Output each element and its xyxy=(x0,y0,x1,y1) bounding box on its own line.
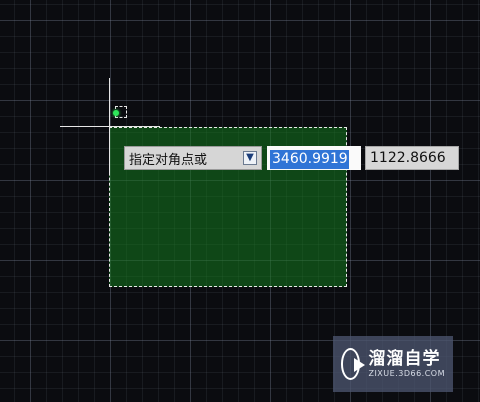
watermark-title: 溜溜自学 xyxy=(368,349,441,369)
y-coordinate-input[interactable]: 1122.8666 xyxy=(365,146,459,170)
play-logo-icon xyxy=(341,348,366,380)
dynamic-input-prompt[interactable]: 指定对角点或 ▼ xyxy=(124,146,262,170)
watermark-url: ZIXUE.3D66.COM xyxy=(368,369,445,378)
down-arrow-icon[interactable]: ▼ xyxy=(243,151,257,165)
x-coordinate-input[interactable]: 3460.9919 xyxy=(267,146,361,170)
crosshair-horizontal xyxy=(60,126,160,127)
y-coordinate-value: 1122.8666 xyxy=(370,150,446,166)
crosshair-vertical xyxy=(109,78,110,174)
watermark: 溜溜自学 ZIXUE.3D66.COM xyxy=(333,336,453,392)
prompt-label: 指定对角点或 xyxy=(129,152,208,168)
x-coordinate-value: 3460.9919 xyxy=(270,150,349,169)
grip-point-icon xyxy=(113,110,119,116)
